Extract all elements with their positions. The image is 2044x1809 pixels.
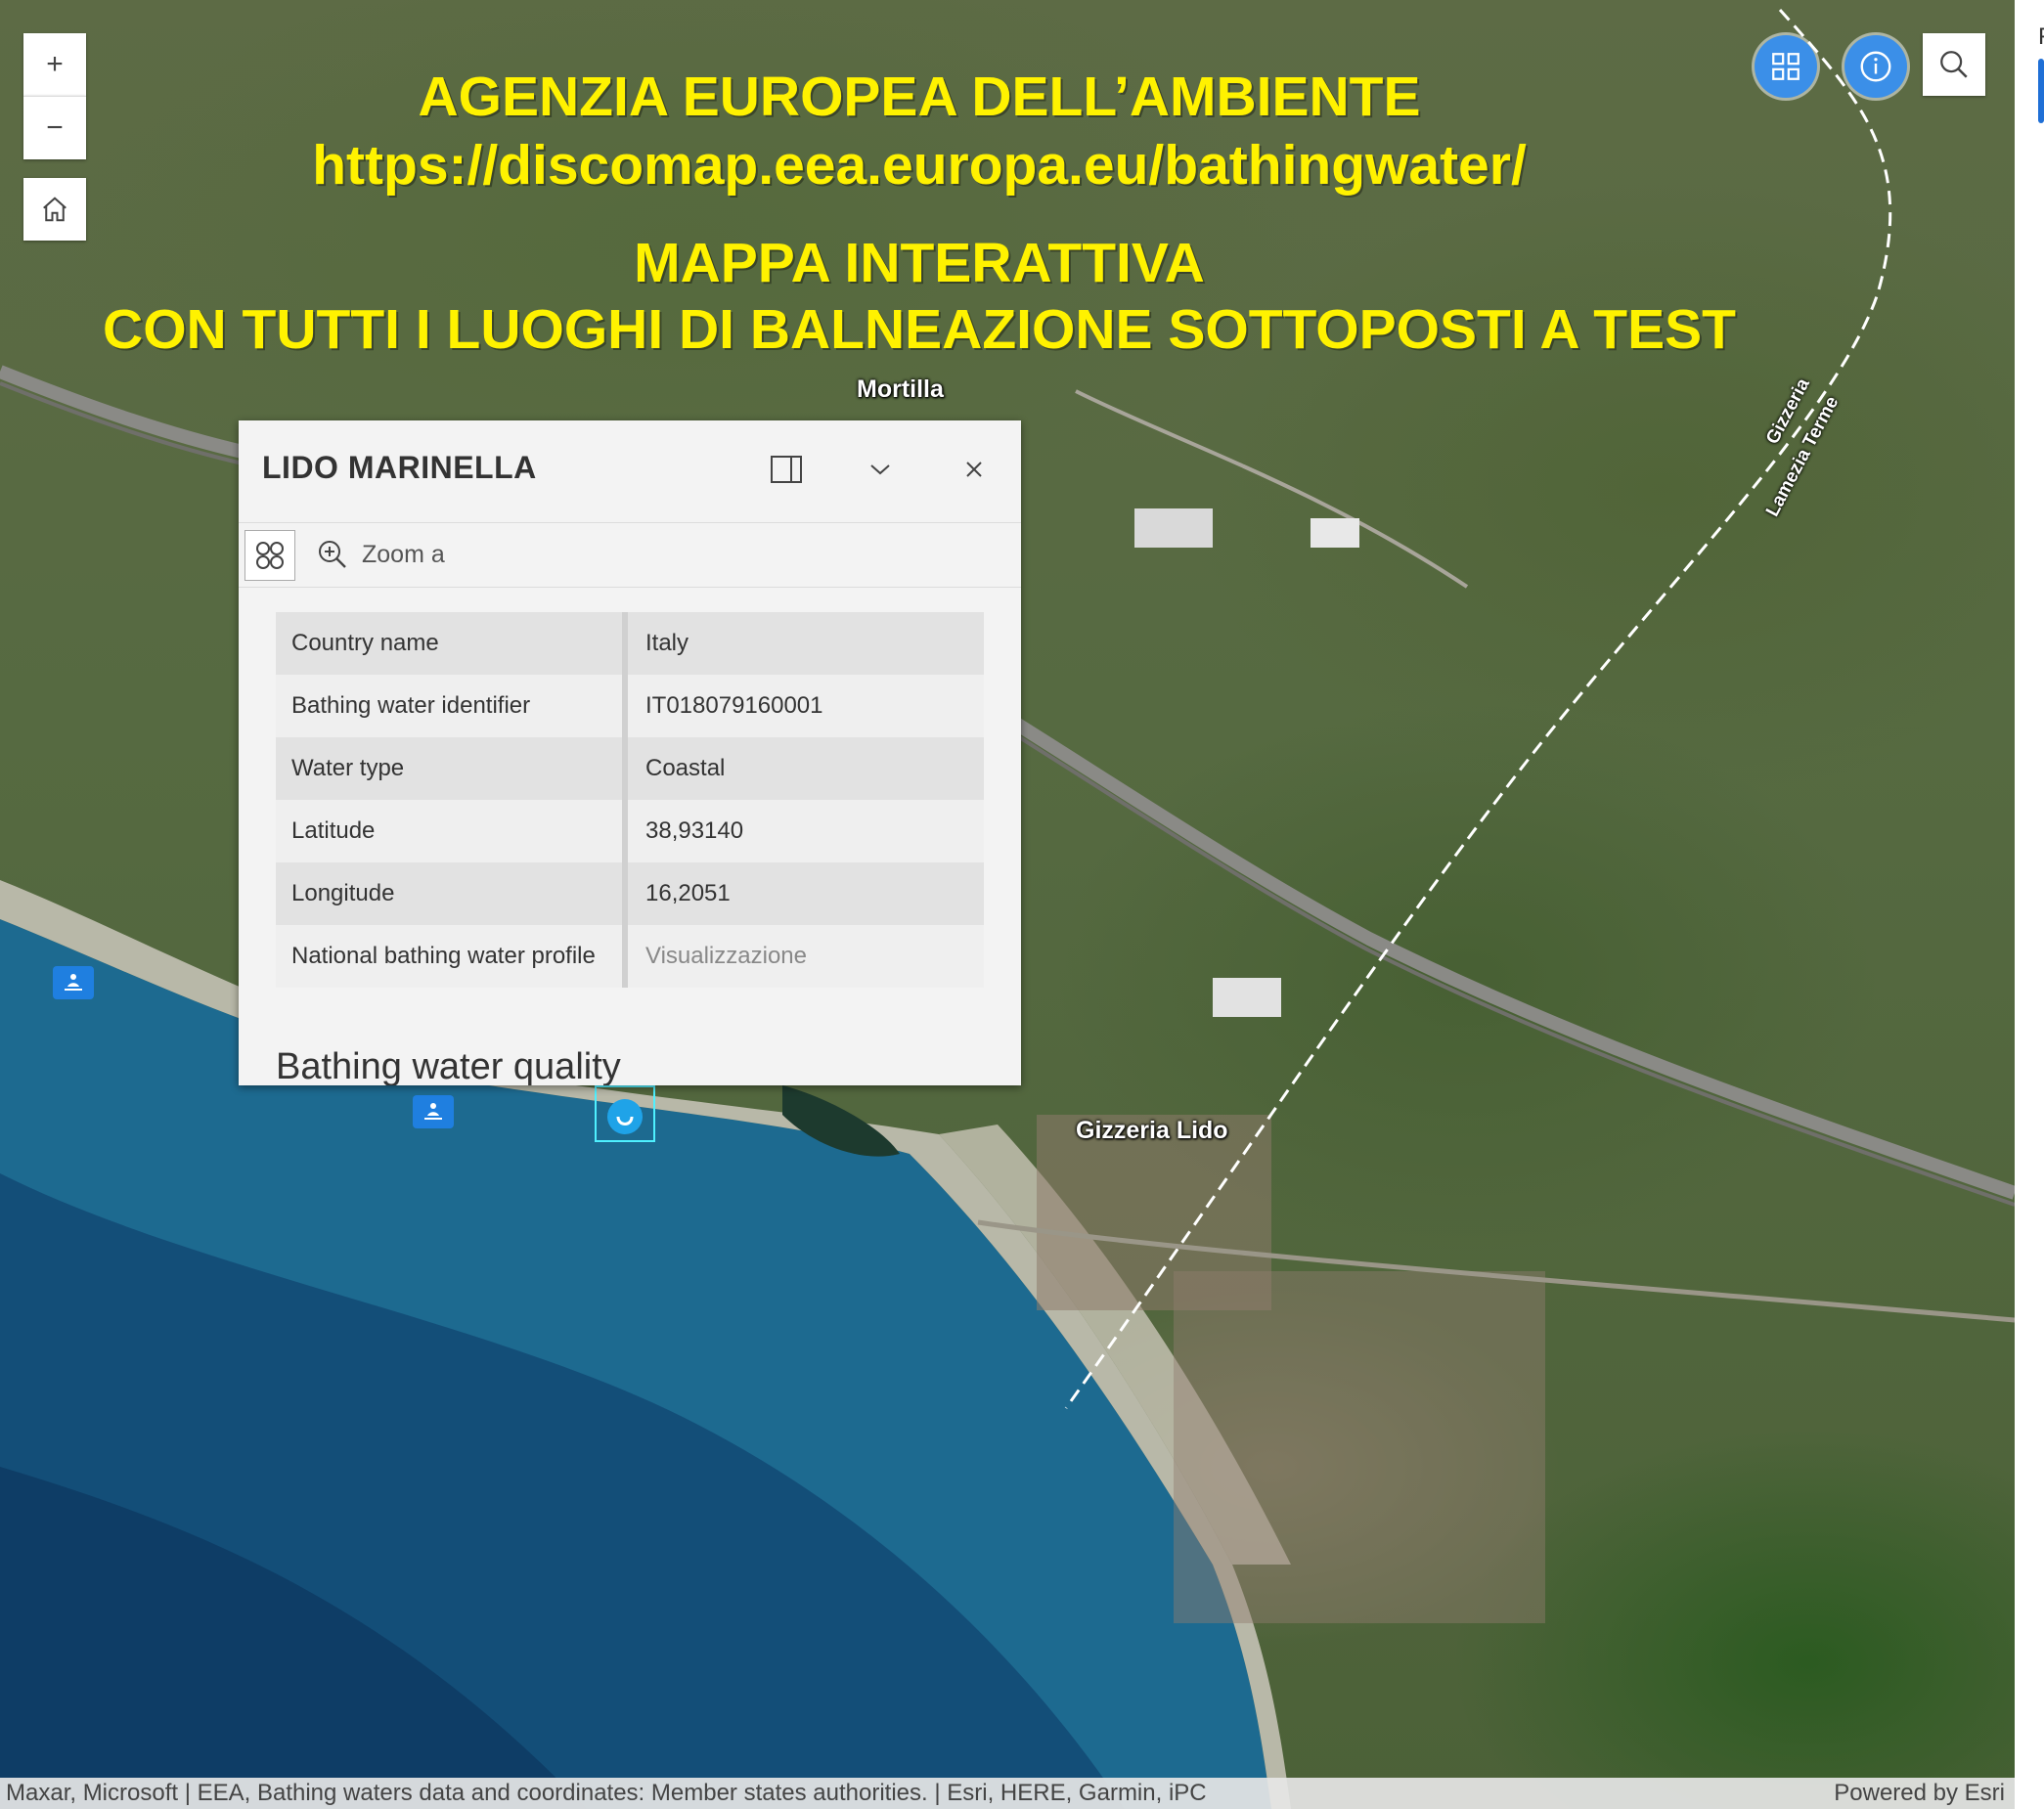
dock-button[interactable] bbox=[765, 448, 808, 491]
close-icon bbox=[966, 462, 982, 477]
bathing-site-marker[interactable] bbox=[53, 966, 94, 999]
table-row: Latitude 38,93140 bbox=[276, 800, 984, 862]
attribute-key: Longitude bbox=[276, 862, 628, 925]
home-button[interactable] bbox=[23, 178, 86, 241]
popup-toolbar: Zoom a bbox=[239, 522, 1021, 588]
collapse-button[interactable] bbox=[859, 448, 902, 491]
overlay-title-line3: MAPPA INTERATTIVA bbox=[634, 232, 1205, 294]
profile-link[interactable]: Visualizzazione bbox=[628, 925, 984, 988]
feature-popup[interactable]: LIDO MARINELLA Zoom a Country name Italy… bbox=[239, 420, 1021, 1085]
edge-accent-bar bbox=[2038, 59, 2044, 123]
zoom-to-label: Zoom a bbox=[362, 540, 445, 568]
attribute-table: Country name Italy Bathing water identif… bbox=[276, 612, 984, 988]
zoom-in-button[interactable]: + bbox=[23, 33, 86, 96]
plus-icon: + bbox=[46, 48, 64, 80]
search-icon bbox=[1940, 51, 1968, 78]
table-row: Water type Coastal bbox=[276, 737, 984, 800]
bathing-site-marker[interactable] bbox=[413, 1095, 454, 1128]
search-button[interactable] bbox=[1923, 33, 1985, 96]
attribute-value: IT018079160001 bbox=[645, 692, 823, 719]
water-drop-icon bbox=[607, 1099, 643, 1134]
attribute-value: 16,2051 bbox=[645, 880, 731, 906]
side-panel-edge: F bbox=[2015, 0, 2044, 1809]
zoom-to-button[interactable]: Zoom a bbox=[317, 530, 445, 579]
actions-menu-button[interactable] bbox=[244, 530, 295, 581]
section-heading: Bathing water quality bbox=[276, 1046, 621, 1085]
dock-icon bbox=[771, 456, 802, 483]
table-row: National bathing water profile Visualizz… bbox=[276, 925, 984, 988]
place-label-mortilla: Mortilla bbox=[857, 375, 944, 403]
home-icon bbox=[43, 197, 67, 222]
attribution-text: Maxar, Microsoft | EEA, Bathing waters d… bbox=[6, 1780, 1207, 1806]
zoom-in-icon bbox=[319, 541, 346, 568]
powered-by-esri[interactable]: Powered by Esri bbox=[1834, 1780, 2005, 1807]
swimmer-icon bbox=[424, 1103, 442, 1120]
overlay-url: https://discomap.eea.europa.eu/bathingwa… bbox=[312, 134, 1527, 197]
overlay-title-line4: CON TUTTI I LUOGHI DI BALNEAZIONE SOTTOP… bbox=[103, 298, 1736, 361]
attribute-key: Bathing water identifier bbox=[276, 675, 628, 737]
overlay-title-line1: AGENZIA EUROPEA DELL’AMBIENTE bbox=[418, 66, 1421, 128]
selected-bathing-site-marker[interactable] bbox=[595, 1085, 655, 1142]
swimmer-icon bbox=[65, 974, 82, 991]
table-row: Country name Italy bbox=[276, 612, 984, 675]
info-button[interactable] bbox=[1844, 35, 1907, 98]
minus-icon: − bbox=[46, 111, 64, 144]
info-icon bbox=[1860, 51, 1891, 82]
zoom-out-button[interactable]: − bbox=[23, 96, 86, 159]
attribute-value: Italy bbox=[645, 630, 689, 656]
attribute-value: 38,93140 bbox=[645, 817, 744, 844]
popup-title: LIDO MARINELLA bbox=[262, 450, 537, 485]
attribute-key: National bathing water profile bbox=[276, 925, 628, 988]
attribution-bar: Maxar, Microsoft | EEA, Bathing waters d… bbox=[0, 1778, 2015, 1809]
table-row: Bathing water identifier IT018079160001 bbox=[276, 675, 984, 737]
circles-grid-icon bbox=[256, 542, 284, 569]
basemap-gallery-button[interactable] bbox=[1755, 35, 1817, 98]
attribute-key: Water type bbox=[276, 737, 628, 800]
grid-icon bbox=[1772, 53, 1800, 80]
attribute-key: Country name bbox=[276, 612, 628, 675]
popup-header: LIDO MARINELLA bbox=[239, 420, 1021, 523]
close-button[interactable] bbox=[953, 448, 996, 491]
attribute-key: Latitude bbox=[276, 800, 628, 862]
chevron-down-icon bbox=[870, 464, 890, 475]
edge-text: F bbox=[2038, 23, 2044, 51]
table-row: Longitude 16,2051 bbox=[276, 862, 984, 925]
attribute-value: Coastal bbox=[645, 755, 726, 781]
place-label-gizzeria-lido: Gizzeria Lido bbox=[1076, 1117, 1228, 1144]
